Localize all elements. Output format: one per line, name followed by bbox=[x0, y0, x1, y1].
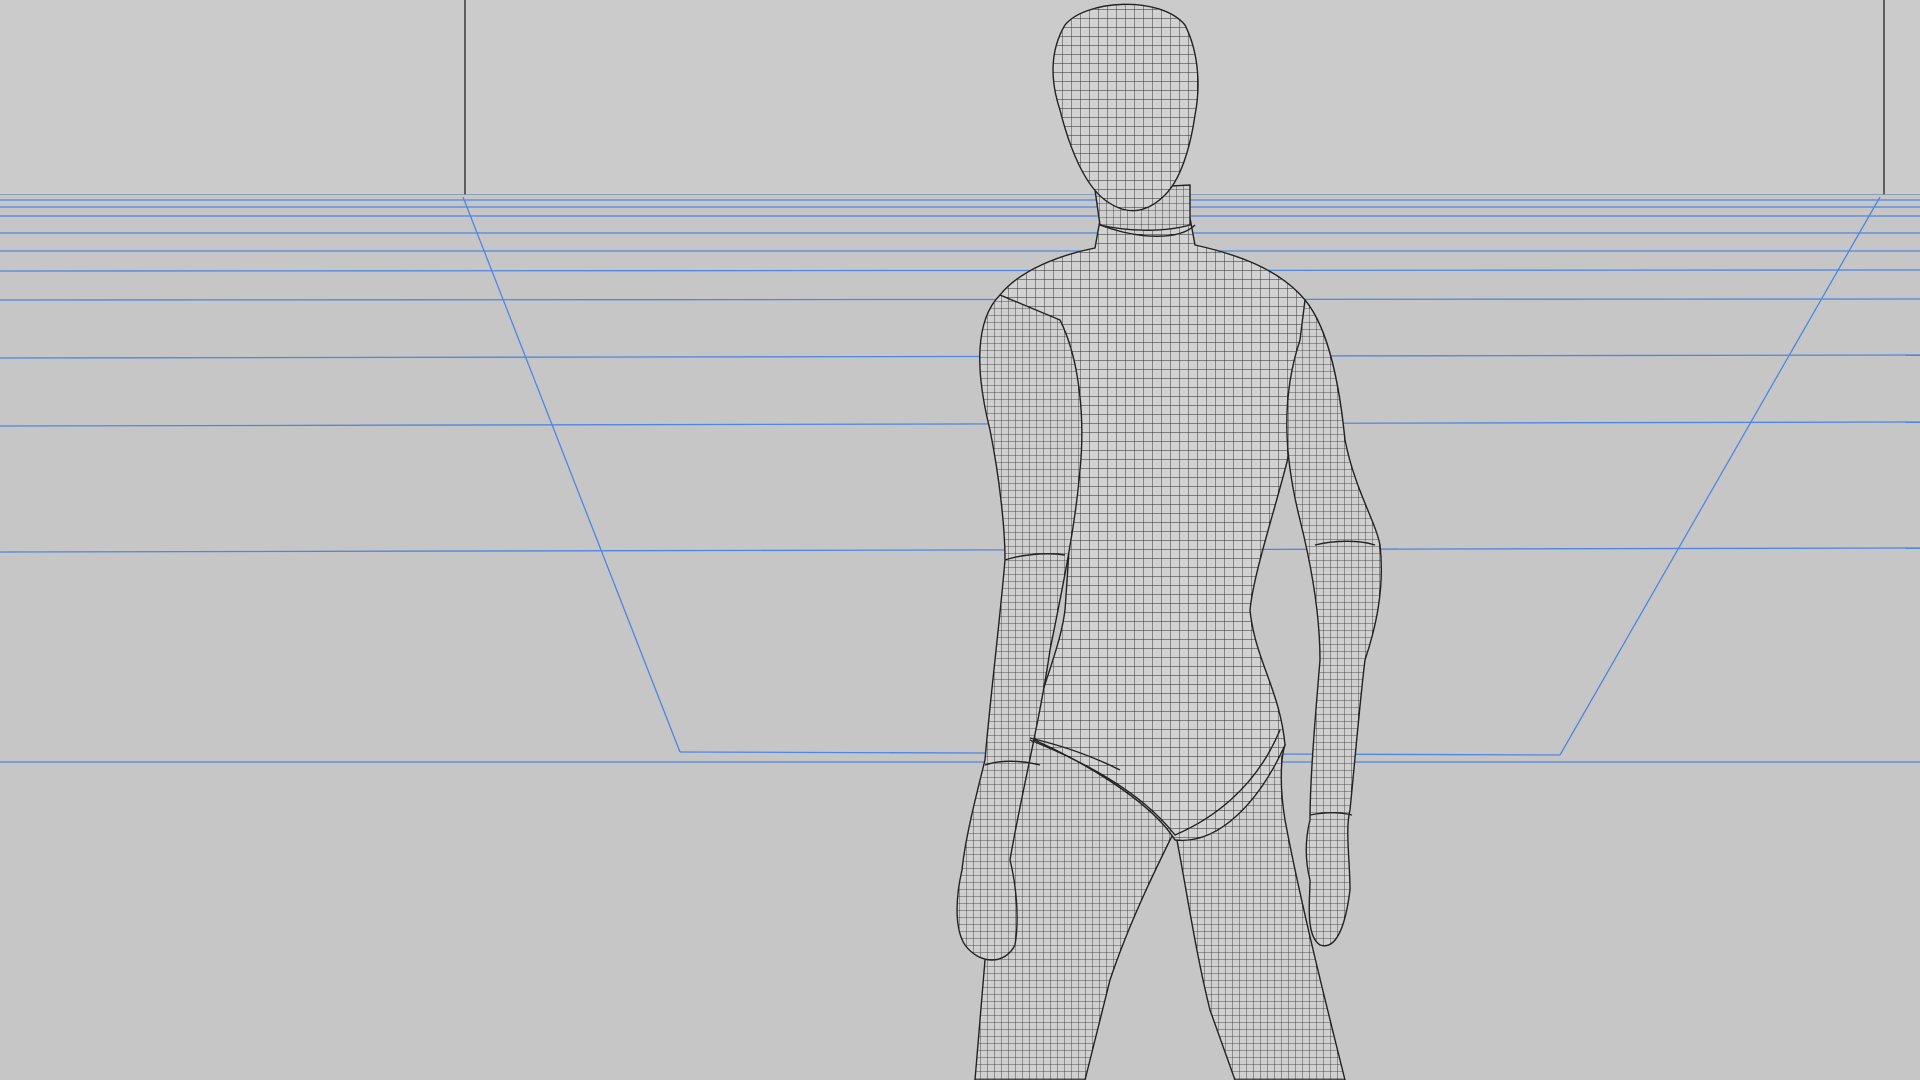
back-wall bbox=[0, 0, 1920, 195]
3d-viewport[interactable] bbox=[0, 0, 1920, 1080]
wireframe-scene bbox=[0, 0, 1920, 1080]
floor bbox=[0, 195, 1920, 1080]
